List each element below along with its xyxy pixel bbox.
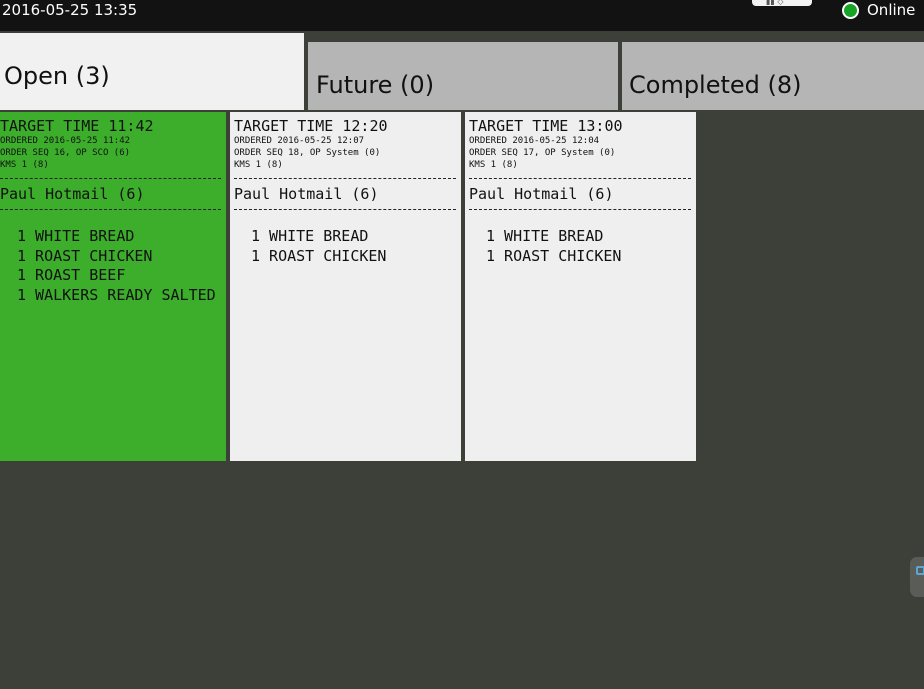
ticket-item: 1 ROAST CHICKEN (17, 246, 153, 265)
ticket-ordered: ORDERED 2016-05-25 12:04 (469, 136, 600, 146)
ticket-kms: KMS 1 (8) (234, 160, 283, 170)
divider (234, 178, 456, 179)
ticket-kms: KMS 1 (8) (469, 160, 518, 170)
ticket-customer: Paul Hotmail (6) (234, 185, 379, 203)
ticket-ordered: ORDERED 2016-05-25 11:42 (0, 136, 131, 146)
remote-support-icon (916, 566, 924, 575)
status-indicator-icon (842, 1, 859, 19)
ticket-items: 1 WHITE BREAD 1 ROAST CHICKEN (251, 227, 461, 266)
order-ticket[interactable]: TARGET TIME 11:42 ORDERED 2016-05-25 11:… (0, 112, 226, 461)
tab-open[interactable]: Open (3) (0, 33, 304, 110)
ticket-customer: Paul Hotmail (6) (469, 185, 614, 203)
divider (0, 178, 221, 179)
connection-status: Online (842, 0, 915, 20)
ticket-customer: Paul Hotmail (6) (0, 185, 145, 203)
ticket-item: 1 WALKERS READY SALTED (17, 286, 216, 305)
ticket-ordered: ORDERED 2016-05-25 12:07 (234, 136, 365, 146)
ticket-item: 1 WHITE BREAD (486, 227, 604, 245)
divider (0, 209, 221, 210)
ticket-kms: KMS 1 (8) (0, 160, 49, 170)
ticket-order-seq: ORDER SEQ 18, OP System (0) (234, 148, 381, 158)
top-bar: 2016-05-25 13:35 ▮▮ ◇ Online (0, 0, 924, 31)
ticket-item: 1 ROAST BEEF (17, 266, 126, 285)
tab-future[interactable]: Future (0) (308, 42, 618, 110)
divider (234, 209, 456, 210)
status-label: Online (867, 1, 916, 19)
ticket-items: 1 WHITE BREAD 1 ROAST CHICKEN 1 ROAST BE… (17, 227, 226, 306)
ticket-item: 1 ROAST CHICKEN (486, 246, 622, 265)
ticket-items: 1 WHITE BREAD 1 ROAST CHICKEN (486, 227, 696, 266)
divider (469, 209, 691, 210)
divider (469, 178, 691, 179)
ticket-target-time: TARGET TIME 11:42 (0, 117, 154, 135)
side-panel-handle[interactable] (910, 557, 924, 597)
order-ticket[interactable]: TARGET TIME 13:00 ORDERED 2016-05-25 12:… (465, 112, 696, 461)
ticket-order-seq: ORDER SEQ 17, OP System (0) (469, 148, 616, 158)
ticket-target-time: TARGET TIME 12:20 (234, 117, 388, 135)
menu-icon: ▮▮ ◇ (766, 0, 784, 6)
ticket-target-time: TARGET TIME 13:00 (469, 117, 623, 135)
ticket-item: 1 WHITE BREAD (17, 227, 135, 245)
tab-completed[interactable]: Completed (8) (622, 42, 924, 110)
ticket-item: 1 ROAST CHICKEN (251, 246, 387, 265)
clock: 2016-05-25 13:35 (2, 1, 138, 19)
ticket-item: 1 WHITE BREAD (251, 227, 369, 245)
order-ticket[interactable]: TARGET TIME 12:20 ORDERED 2016-05-25 12:… (230, 112, 461, 461)
ticket-order-seq: ORDER SEQ 16, OP SCO (6) (0, 148, 131, 158)
menu-toggle-button[interactable]: ▮▮ ◇ (752, 0, 812, 6)
